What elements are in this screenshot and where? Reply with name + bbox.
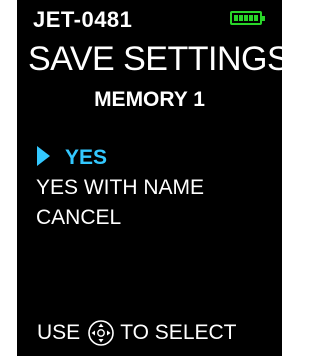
dialog-title: SAVE SETTINGS: [28, 40, 282, 78]
dpad-icon: [88, 320, 114, 346]
selection-cursor-icon: [37, 146, 50, 166]
footer-hint-prefix: USE: [37, 321, 81, 344]
footer-hint: USE TO SELECT: [37, 318, 237, 348]
footer-hint-suffix: TO SELECT: [120, 321, 237, 344]
device-screen: JET-0481 SAVE SETTINGS MEMORY 1 YES YES …: [17, 0, 282, 356]
menu-item-yes[interactable]: YES: [65, 146, 107, 170]
menu-item-cancel[interactable]: CANCEL: [36, 206, 121, 230]
device-id-label: JET-0481: [33, 7, 133, 32]
dialog-subtitle: MEMORY 1: [94, 88, 205, 111]
menu-item-yes-with-name[interactable]: YES WITH NAME: [36, 176, 204, 200]
battery-icon: [230, 11, 265, 25]
